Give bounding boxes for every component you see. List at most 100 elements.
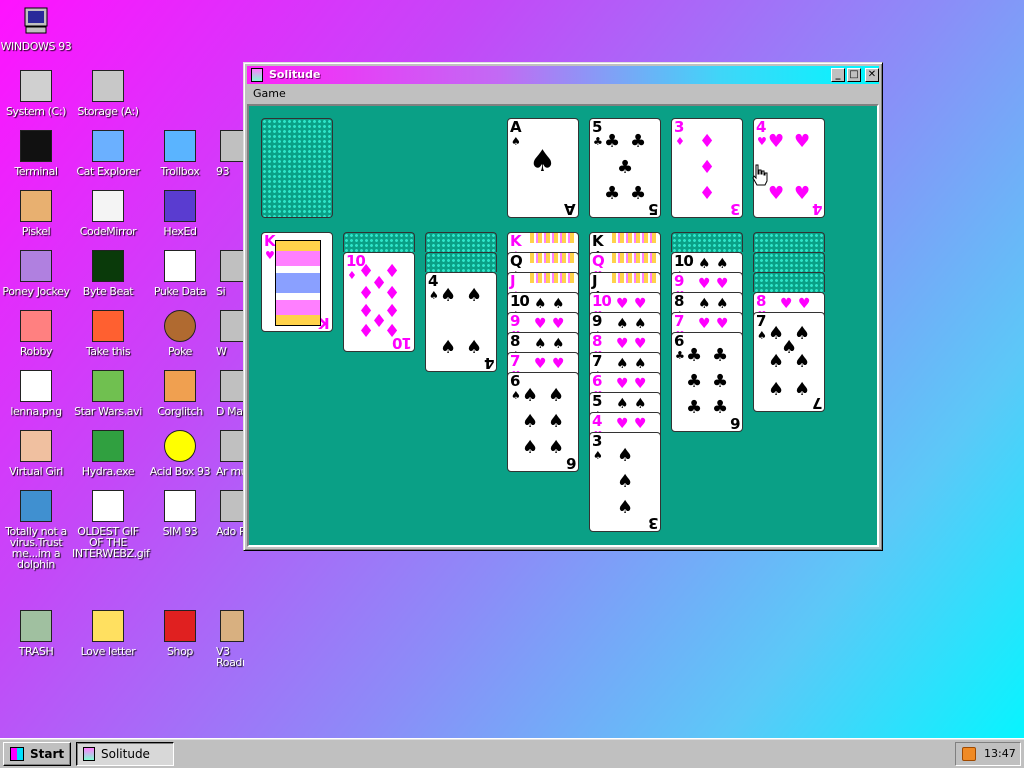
card-rank: 9 [510,312,520,330]
face-down-card [753,252,825,272]
desktop-icon-label: Ar mult [216,465,244,477]
desktop-icon-v3-roadmap[interactable]: V3 Roadmap [216,610,244,668]
card-rank: J [510,272,516,290]
desktop-icon-byte-beat[interactable]: Byte Beat [72,250,144,297]
card-pip-icon: ♠ [466,285,483,306]
rss-icon[interactable] [962,747,976,761]
card-pip-icon: ♠ [768,351,785,372]
card-K-of-hearts[interactable]: K ♥ K [261,232,333,332]
desktop-icon-label: Cat Explorer [76,165,140,178]
desktop-icon-puke-data[interactable]: Puke Data [144,250,216,297]
start-button[interactable]: Start [3,742,71,766]
desktop-icon-piskel[interactable]: Piskel [0,190,72,237]
card-rank: 5 [592,118,602,136]
card-pip-icon: ♥ [768,131,785,152]
desktop-icon-love-letter[interactable]: Love letter [72,610,144,657]
desktop-icon-shop[interactable]: Shop [144,610,216,657]
court-figure-icon [275,240,321,326]
card-pip-icon: ♠ [616,396,629,412]
card-pip-icon: ♠ [529,144,556,179]
desktop-icon-ado-pla[interactable]: Ado Pla [216,490,244,537]
desktop-icon-storage-a[interactable]: Storage (A:) [72,70,144,117]
menu-game[interactable]: Game [253,87,286,100]
card-3-of-spades[interactable]: 3 ♠ 3 ♠ ♠ ♠ [589,432,661,532]
desktop-icon-si[interactable]: Si [216,250,244,297]
card-rank: 7 [510,352,520,370]
face-down-card [425,252,497,272]
desktop-icon-hydra-exe[interactable]: Hydra.exe [72,430,144,477]
card-rank: J [592,272,598,290]
desktop-icon-ar-mult[interactable]: Ar mult [216,430,244,477]
card-rank-bottom: 6 [730,414,740,432]
card-pip-icon: ♥ [616,376,629,392]
foundation-pile-3[interactable]: 3 ♦ 3 ♦ ♦ ♦ [671,118,743,218]
desktop-icon-system-c[interactable]: System (C:) [0,70,72,117]
card-pip-icon: ♠ [534,296,547,312]
desktop-icon-totally-not-a-virus-trust-me-im-a-dolphin[interactable]: Totally not a virus.Trust me...im a dolp… [0,490,72,570]
card-4-of-spades[interactable]: 4 ♠ 4 ♠ ♠ ♠ ♠ [425,272,497,372]
terminal-icon [20,130,52,162]
title-bar[interactable]: Solitude _ □ ✕ [247,66,879,84]
desktop-icon-w[interactable]: W [216,310,244,357]
desktop-icon-poke[interactable]: Poke [144,310,216,357]
card-7-of-spades[interactable]: 7 ♠ 7 ♠ ♠ ♠ ♠ ♠ ♠ ♠ [753,312,825,412]
gift-icon [164,610,196,642]
card-rank: Q [510,252,523,270]
desktop-icon-label: Ado Pla [216,525,244,537]
foundation-pile-2[interactable]: 5 ♣ 5 ♣ ♣ ♣ ♣ ♣ [589,118,661,218]
desktop-icon-label: V3 Roadmap [216,645,244,668]
desktop-icon-label: Byte Beat [82,285,134,298]
card-pip-icon: ♠ [794,351,811,372]
desktop-icon-poney-jockey[interactable]: Poney Jockey [0,250,72,297]
desktop-icon-acid-box-93[interactable]: Acid Box 93 [144,430,216,477]
desktop-icon-lenna-png[interactable]: lenna.png [0,370,72,417]
desktop-icon-d-ma[interactable]: D Ma [216,370,244,417]
card-pip-icon: ♥ [634,376,647,392]
card-pip-icon: ♠ [534,336,547,352]
desktop-icon-robby[interactable]: Robby [0,310,72,357]
card-pip-icon: ♠ [548,411,565,432]
card-pip-icon: ♦ [699,183,716,204]
minimize-button[interactable]: _ [831,68,845,82]
card-pip-icon: ♠ [548,437,565,458]
desktop-icon-virtual-girl[interactable]: Virtual Girl [0,430,72,477]
card-rank: 8 [674,292,684,310]
solitude-window[interactable]: Solitude _ □ ✕ Game A ♠ A ♠ 5 ♣ 5 ♣ ♣ ♣ ♣ ♣ 3 ♦ 3 ♦ ♦ ♦ 4 ♥… [243,62,883,551]
card-pip-icon: ♥ [616,416,629,432]
card-pip-icon: ♣ [686,345,703,366]
desktop-icon-93[interactable]: 93 [216,130,244,177]
foundation-pile-1[interactable]: A ♠ A ♠ [507,118,579,218]
windows93-label: WINDOWS 93 [0,40,72,53]
card-rank-bottom: 3 [730,200,740,218]
system-tray: 13:47 [955,742,1021,766]
taskbar-item-solitude[interactable]: Solitude [76,742,174,766]
card-6-of-spades[interactable]: 6 ♠ 6 ♠ ♠ ♠ ♠ ♠ ♠ [507,372,579,472]
maximize-button[interactable]: □ [847,68,861,82]
card-pip-icon: ♠ [617,471,634,492]
card-pip-icon: ♥ [616,296,629,312]
card-6-of-clubs[interactable]: 6 ♣ 6 ♣ ♣ ♣ ♣ ♣ ♣ [671,332,743,432]
taskbar: Start Solitude 13:47 [0,738,1024,768]
card-pip-icon: ♠ [616,316,629,332]
close-button[interactable]: ✕ [865,68,879,82]
desktop-icon-trash[interactable]: TRASH [0,610,72,657]
desktop-icon-label: CodeMirror [79,225,137,238]
desktop-icon-cat-explorer[interactable]: Cat Explorer [72,130,144,177]
card-pip-icon: ♥ [798,296,811,312]
desktop-icon-terminal[interactable]: Terminal [0,130,72,177]
stock-pile[interactable] [261,118,333,218]
card-10-of-diamonds[interactable]: 10 ♦ 10 ♦ ♦ ♦ ♦ ♦ ♦ ♦ ♦ ♦ ♦ [343,252,415,352]
windows93-logo[interactable]: WINDOWS 93 [0,5,72,52]
card-pip-icon: ♦ [699,131,716,152]
desktop-icon-label: 93 [216,165,230,177]
desktop-icon-star-wars-avi[interactable]: Star Wars.avi [72,370,144,417]
desktop-icon-take-this[interactable]: Take this [72,310,144,357]
desktop-icon-trollbox[interactable]: Trollbox [144,130,216,177]
desktop-icon-codemirror[interactable]: CodeMirror [72,190,144,237]
desktop-icon-sim-93[interactable]: SIM 93 [144,490,216,537]
desktop-icon-oldest-gif-of-the-interwebz-gif[interactable]: OLDEST GIF OF THE INTERWEBZ.gif [72,490,150,559]
card-pip-icon: ♥ [794,131,811,152]
card-rank: K [592,232,604,250]
desktop-icon-corglitch[interactable]: Corglitch [144,370,216,417]
desktop-icon-hexed[interactable]: HexEd [144,190,216,237]
